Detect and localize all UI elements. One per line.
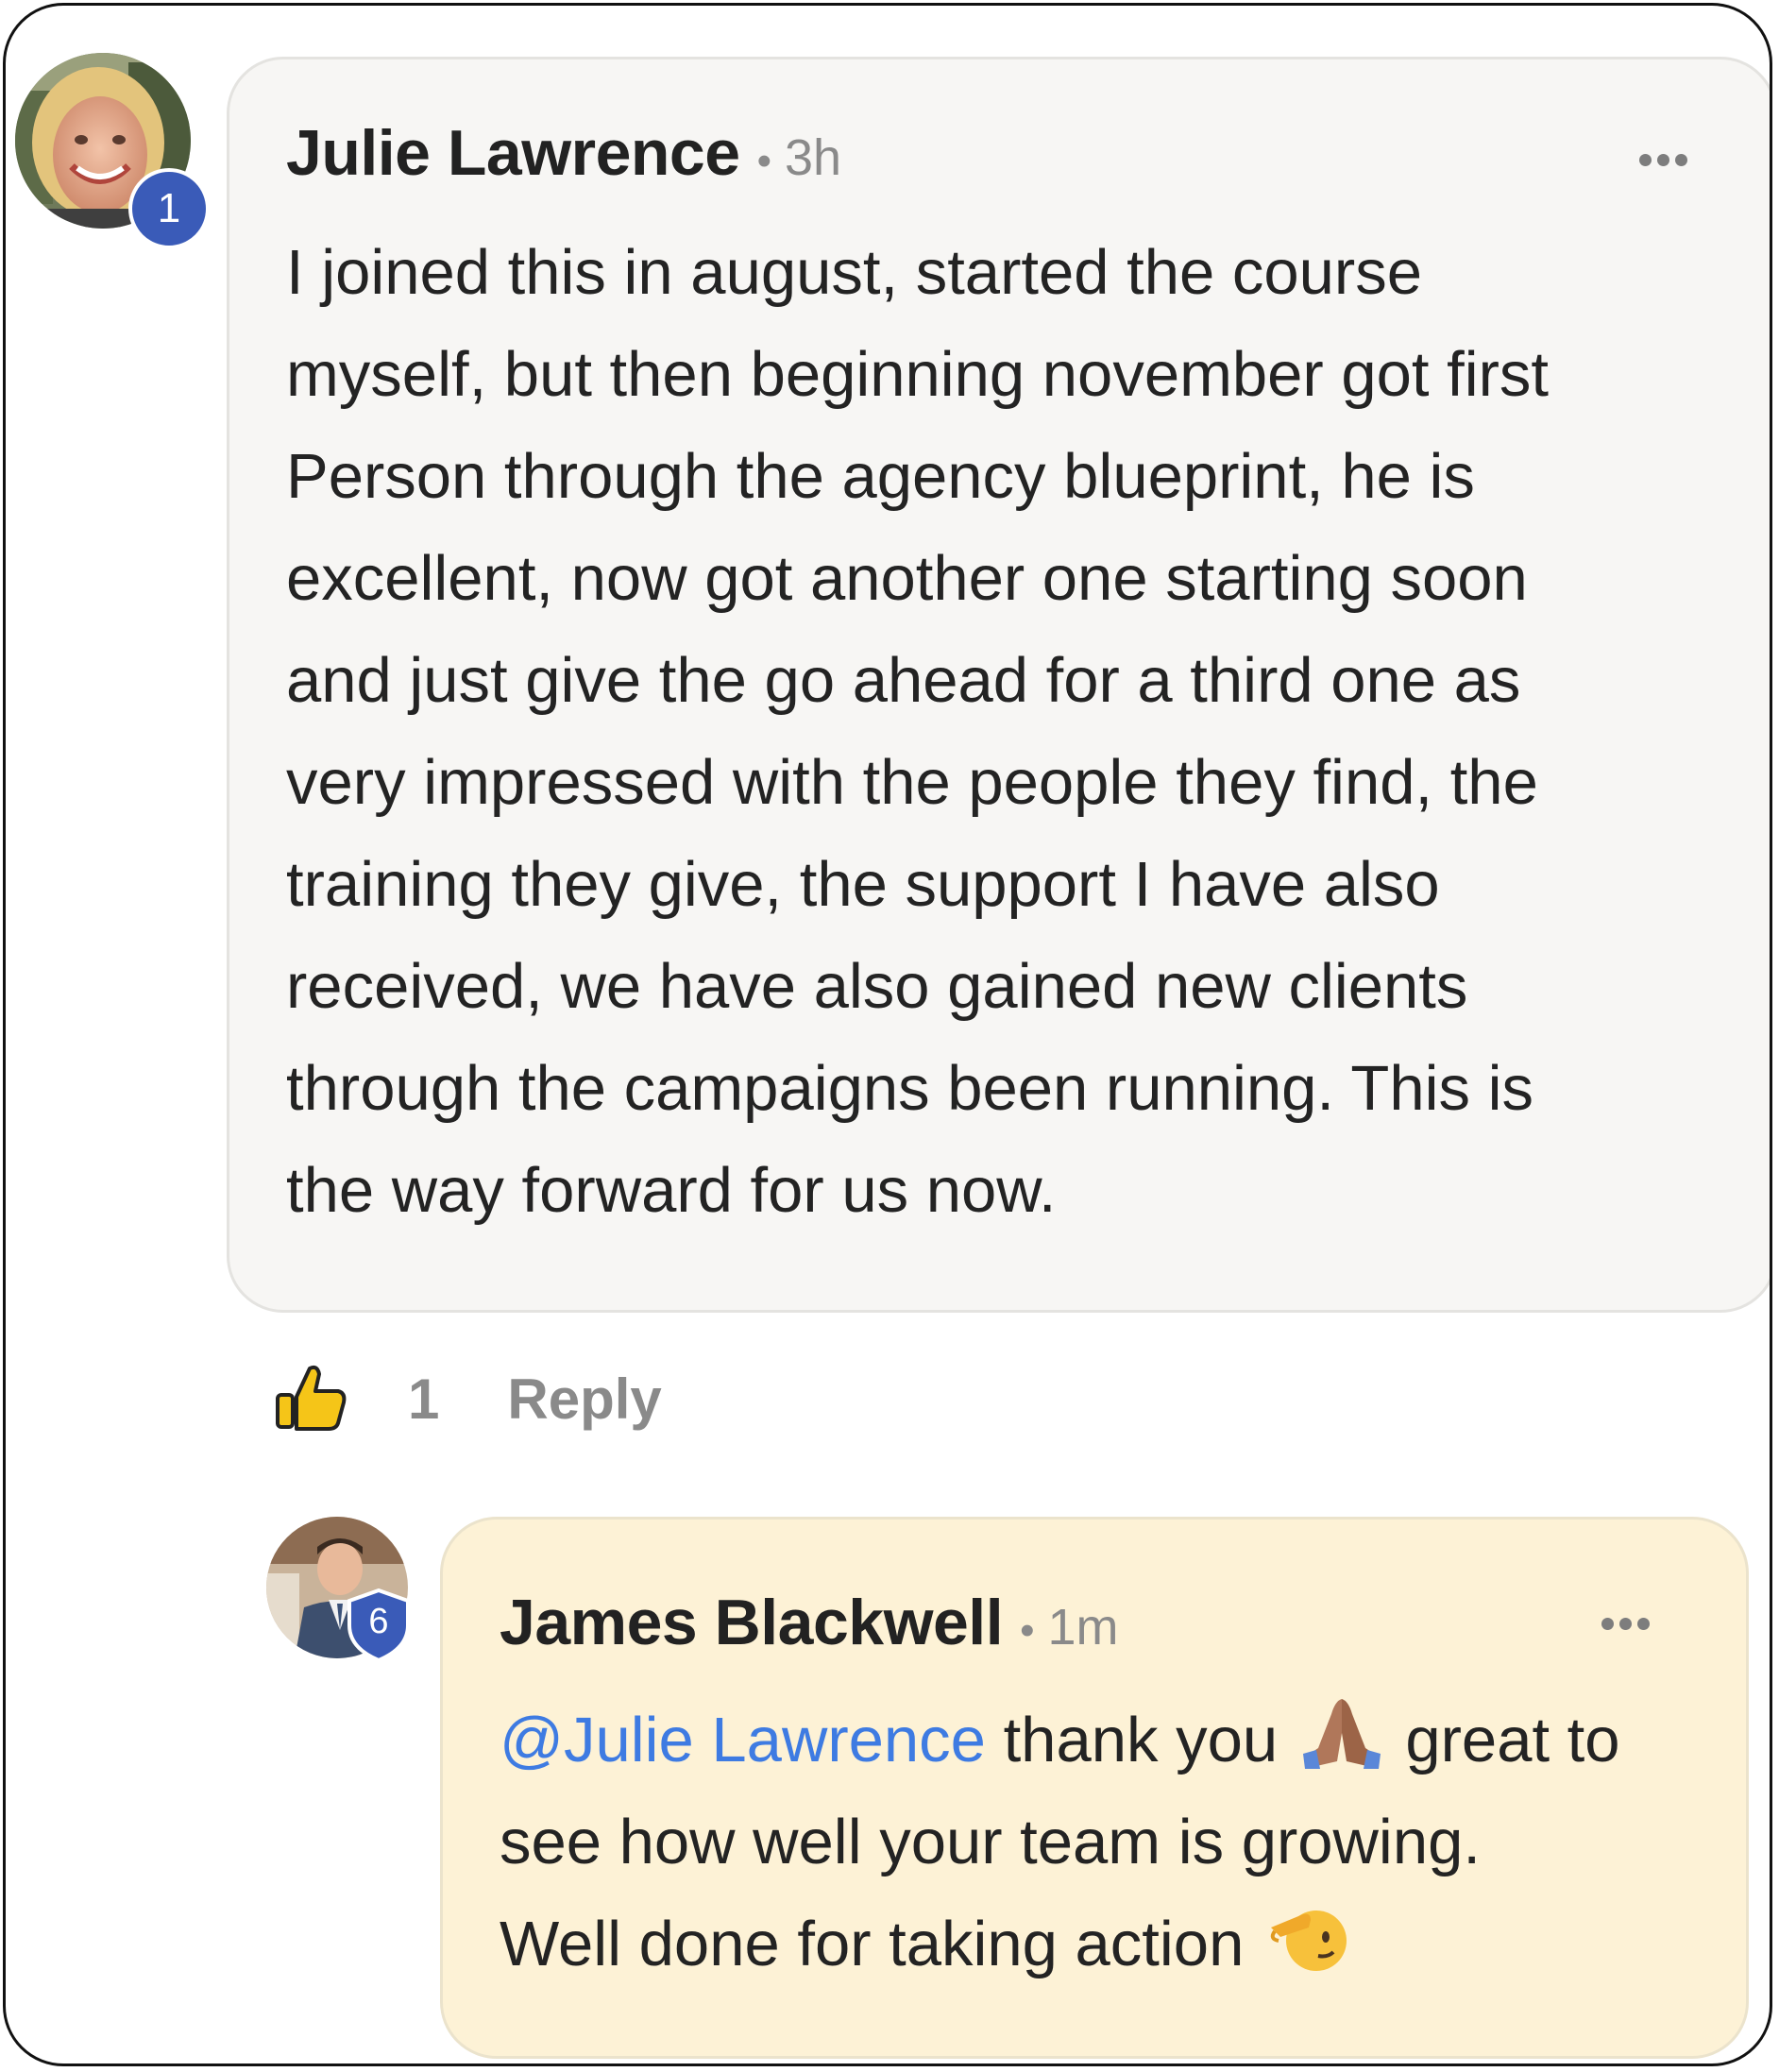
- reply-line: Well done for taking action: [500, 1894, 1620, 1996]
- folded-hands-emoji: [1302, 1699, 1381, 1769]
- reply-line: see how well your team is growing.: [500, 1807, 1481, 1877]
- thumbs-up-icon[interactable]: [274, 1361, 349, 1436]
- reply-bubble: James Blackwell • 1m @Julie Lawrence tha…: [440, 1517, 1749, 2059]
- comment-line: excellent, now got another one starting …: [286, 543, 1528, 614]
- reply-text: Well done for taking action: [500, 1909, 1245, 1979]
- comment-header: Julie Lawrence • 3h: [286, 116, 841, 190]
- comment-line: and just give the go ahead for a third o…: [286, 645, 1521, 716]
- comment-line: training they give, the support I have a…: [286, 849, 1440, 920]
- more-options-icon[interactable]: [1639, 154, 1687, 166]
- author-name[interactable]: Julie Lawrence: [286, 116, 740, 190]
- comment-line: the way forward for us now.: [286, 1155, 1057, 1226]
- reply-body: @Julie Lawrence thank you great to see h…: [500, 1690, 1620, 1996]
- separator-dot: •: [1020, 1607, 1035, 1654]
- comment-line: I joined this in august, started the cou…: [286, 237, 1422, 308]
- level-number: 1: [157, 185, 181, 231]
- mention-link[interactable]: @Julie Lawrence: [500, 1705, 986, 1775]
- reply-header: James Blackwell • 1m: [500, 1586, 1119, 1659]
- level-badge: 1: [128, 168, 210, 249]
- reply-text: thank you: [1003, 1705, 1279, 1775]
- comment-thread: 1 Julie Lawrence • 3h I joined this in a…: [3, 3, 1772, 2066]
- comment-bubble: Julie Lawrence • 3h I joined this in aug…: [227, 57, 1770, 1313]
- comment-line: very impressed with the people they find…: [286, 747, 1538, 818]
- separator-dot: •: [756, 138, 771, 184]
- reply-text: great to: [1405, 1705, 1620, 1775]
- comment-actions: 1 Reply: [274, 1356, 662, 1441]
- like-count: 1: [408, 1367, 440, 1431]
- more-options-icon[interactable]: [1601, 1618, 1650, 1630]
- comment-body: I joined this in august, started the cou…: [286, 222, 1549, 1242]
- reply-button[interactable]: Reply: [507, 1367, 661, 1432]
- comment-line: myself, but then beginning november got …: [286, 339, 1550, 410]
- level-badge: 6: [346, 1588, 412, 1663]
- reply-line: @Julie Lawrence thank you great to: [500, 1690, 1620, 1792]
- author-name[interactable]: James Blackwell: [500, 1586, 1004, 1659]
- level-number: 6: [368, 1601, 389, 1641]
- comment-line: received, we have also gained new client…: [286, 951, 1468, 1022]
- timestamp: 3h: [784, 129, 842, 186]
- comment-line: through the campaigns been running. This…: [286, 1053, 1533, 1124]
- saluting-face-emoji: [1270, 1911, 1347, 1971]
- comment-line: Person through the agency blueprint, he …: [286, 441, 1475, 512]
- timestamp: 1m: [1047, 1599, 1119, 1656]
